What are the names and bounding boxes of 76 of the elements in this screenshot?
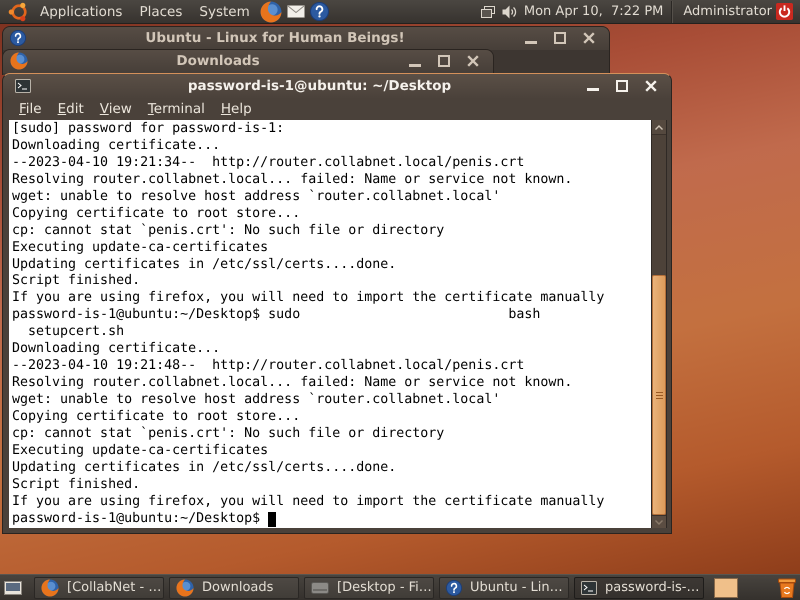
envelope-icon[interactable] <box>286 5 305 18</box>
scrollbar[interactable] <box>651 120 667 528</box>
scroll-thumb[interactable] <box>652 275 666 515</box>
maximize-icon <box>554 32 566 44</box>
scroll-up-button[interactable] <box>652 120 666 135</box>
terminal-line: wget: unable to resolve host address `router.collabnet.local' <box>12 188 500 206</box>
power-icon[interactable] <box>776 3 793 20</box>
menu-item[interactable]: Help <box>212 98 260 118</box>
menu-item[interactable]: Terminal <box>140 98 213 118</box>
terminal-line: Copying certificate to root store... <box>12 408 300 426</box>
terminal-line: Updating certificates in /etc/ssl/certs....done. <box>12 256 396 274</box>
terminal-line: [sudo] password for password-is-1: <box>12 121 284 138</box>
drive-icon <box>311 582 329 594</box>
globe-icon <box>10 52 28 70</box>
minimize-icon <box>408 64 420 66</box>
terminal-line: Copying certificate to root store... <box>12 206 300 223</box>
maximize-icon <box>616 80 628 92</box>
text-cursor <box>268 512 276 527</box>
terminal-line: wget: unable to resolve host address `router.collabnet.local' <box>12 392 500 409</box>
globe-icon <box>176 578 194 596</box>
help-icon <box>446 580 462 596</box>
terminal-line: Downloading certificate... <box>12 341 220 358</box>
terminal-line: Executing update-ca-certificates <box>12 442 268 460</box>
help-icon[interactable] <box>310 2 329 21</box>
window-title: Downloads <box>175 53 261 69</box>
grip-icon <box>656 392 662 398</box>
taskbar-button[interactable]: password-is-… <box>574 576 704 598</box>
window-title: password-is-1@ubuntu: ~/Desktop <box>186 78 452 94</box>
terminal-line: setupcert.sh <box>27 324 124 342</box>
terminal-icon <box>581 580 597 594</box>
chevron-down-icon <box>655 520 663 524</box>
terminal-line: --2023-04-10 19:21:34-- http://router.collabnet.local/penis.crt <box>12 154 524 172</box>
panel-menu[interactable]: System <box>191 2 258 22</box>
menu-item[interactable]: View <box>92 98 140 118</box>
trash-icon[interactable] <box>778 578 796 598</box>
terminal-line: Updating certificates in /etc/ssl/certs....done. <box>12 460 396 477</box>
terminal-line: Resolving router.collabnet.local... failed: Name or service not known. <box>12 375 572 392</box>
terminal-line: password-is-1@ubuntu:~/Desktop$ sudo bash <box>12 307 540 324</box>
close-icon <box>644 80 656 92</box>
close-icon <box>466 55 478 67</box>
chevron-up-icon <box>655 124 663 130</box>
minimize-icon <box>586 88 598 91</box>
globe-icon[interactable] <box>260 0 282 22</box>
terminal-line: password-is-1@ubuntu:~/Desktop$ <box>12 510 260 528</box>
terminal-line: Script finished. <box>12 273 140 290</box>
workspace-switcher[interactable] <box>714 578 738 598</box>
help-icon <box>10 30 26 46</box>
panel-menu[interactable]: Applications <box>32 2 130 22</box>
terminal-line: cp: cannot stat `penis.crt': No such file or directory <box>12 426 444 443</box>
terminal-line: Script finished. <box>12 476 140 494</box>
globe-icon <box>41 578 59 596</box>
taskbar-button[interactable]: [CollabNet - … <box>34 576 164 598</box>
terminal-line: If you are using firefox, you will need to import the certificate manually <box>12 494 604 511</box>
terminal-line: cp: cannot stat `penis.crt': No such file or directory <box>12 222 444 240</box>
menu-item[interactable]: Edit <box>50 98 92 118</box>
minimize-icon <box>524 40 536 44</box>
user-menu[interactable]: Administrator <box>683 2 772 21</box>
terminal-icon <box>15 78 31 92</box>
speaker-icon[interactable] <box>502 4 517 18</box>
windows-icon[interactable] <box>480 6 495 18</box>
terminal-line: Executing update-ca-certificates <box>12 240 268 257</box>
clock[interactable]: Mon Apr 10, 7:22 PM <box>524 2 664 21</box>
taskbar-button[interactable]: Downloads <box>169 576 299 598</box>
taskbar-button[interactable]: Ubuntu - Lin… <box>439 576 569 598</box>
menu-item[interactable]: File <box>11 98 50 118</box>
close-icon <box>582 32 594 44</box>
taskbar-button[interactable]: [Desktop - Fi… <box>304 576 434 598</box>
terminal-line: --2023-04-10 19:21:48-- http://router.collabnet.local/penis.crt <box>12 358 524 376</box>
panel-menu[interactable]: Places <box>131 2 190 22</box>
desktop-icon[interactable] <box>4 580 22 594</box>
window-title: Ubuntu - Linux for Human Beings! <box>144 30 406 46</box>
terminal-line: Resolving router.collabnet.local... failed: Name or service not known. <box>12 172 572 189</box>
scroll-down-button[interactable] <box>652 515 666 528</box>
terminal-line: Downloading certificate... <box>12 138 220 155</box>
maximize-icon <box>438 55 450 67</box>
terminal-line: If you are using firefox, you will need to import the certificate manually <box>12 290 604 308</box>
